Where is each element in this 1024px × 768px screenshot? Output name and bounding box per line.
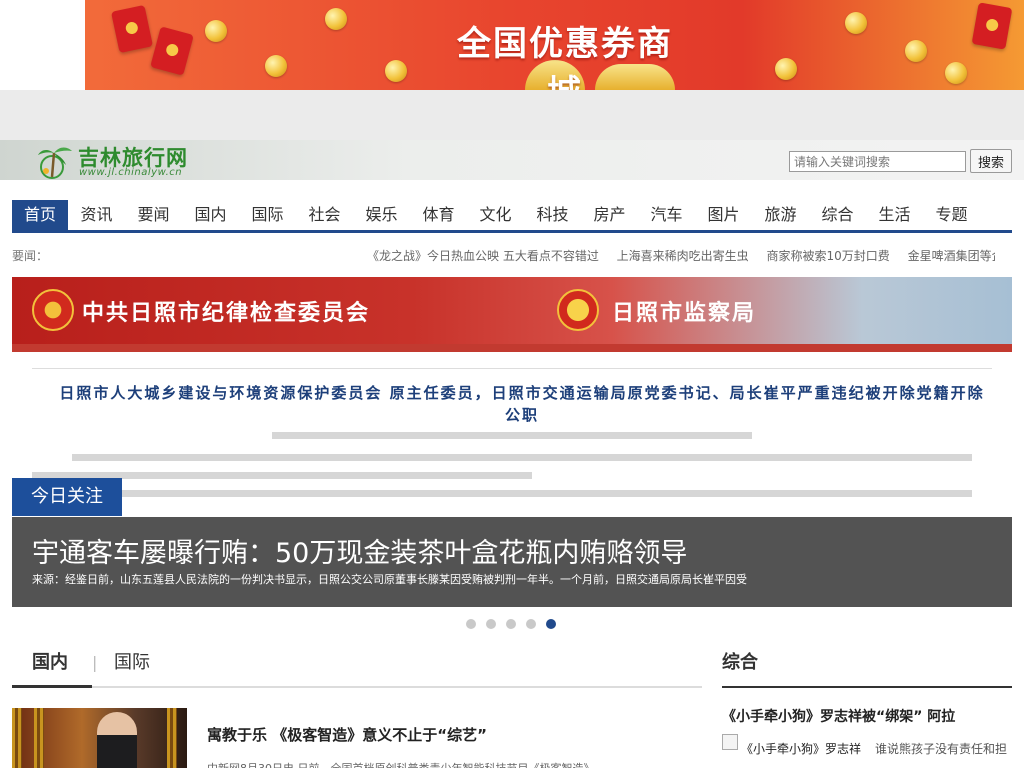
slide-dot-active[interactable] <box>546 619 556 629</box>
coin-icon <box>205 20 227 42</box>
today-focus-tag: 今日关注 <box>12 478 122 516</box>
stage-curtain <box>34 708 44 768</box>
logo-url: www.jl.chinalyw.cn <box>79 167 183 178</box>
sidebar-heading-label: 综合 <box>722 652 758 673</box>
doc-header-left: 中共日照市纪律检查委员会 <box>82 301 371 326</box>
party-emblem-icon <box>32 289 74 331</box>
text-line <box>72 454 972 461</box>
nav-item-home[interactable]: 首页 <box>12 200 68 230</box>
stage-curtain <box>167 708 177 768</box>
article-thumbnail[interactable] <box>12 708 187 768</box>
doc-headline: 日照市人大城乡建设与环境资源保护委员会 原主任委员，日照市交通运输局原党委书记、… <box>59 384 985 424</box>
ad-spacer <box>0 90 1024 140</box>
slide-pagination <box>466 619 556 631</box>
search-button[interactable]: 搜索 <box>970 149 1012 173</box>
sidebar-article-title[interactable]: 《小手牵小狗》罗志祥被“绑架” 阿拉 <box>722 706 955 726</box>
nav-item-general[interactable]: 综合 <box>809 200 866 230</box>
site-logo[interactable]: 吉林旅行网 www.jl.chinalyw.cn <box>36 141 216 181</box>
main-nav: 首页 资讯 要闻 国内 国际 社会 娱乐 体育 文化 科技 房产 汽车 图片 旅… <box>12 200 1012 233</box>
slide-dot[interactable] <box>486 619 496 629</box>
nav-item-society[interactable]: 社会 <box>296 200 353 230</box>
nav-item-headlines[interactable]: 要闻 <box>125 200 182 230</box>
coin-icon <box>325 8 347 30</box>
nav-item-pictures[interactable]: 图片 <box>695 200 752 230</box>
article-title[interactable]: 寓教于乐 《极客智造》意义不止于“综艺” <box>207 724 487 745</box>
text-line <box>72 490 972 497</box>
national-emblem-icon <box>557 289 599 331</box>
nav-item-culture[interactable]: 文化 <box>467 200 524 230</box>
featured-slideshow[interactable]: 中共日照市纪律检查委员会 日照市监察局 日照市人大城乡建设与环境资源保护委员会 … <box>12 277 1012 607</box>
doc-nav-strip <box>12 344 1012 352</box>
ticker-item[interactable]: 《龙之战》今日热血公映 五大看点不容错过 <box>367 249 599 263</box>
nav-item-international[interactable]: 国际 <box>239 200 296 230</box>
sidebar-snippet[interactable]: 谁说熊孩子没有责任和担 <box>875 740 1007 757</box>
slide-dot[interactable] <box>526 619 536 629</box>
nav-item-topics[interactable]: 专题 <box>923 200 980 230</box>
nav-item-news[interactable]: 资讯 <box>68 200 125 230</box>
tab-domestic[interactable]: 国内 <box>12 645 92 688</box>
text-line <box>272 432 752 439</box>
ticker-item[interactable]: 金星啤酒集团等企 <box>908 249 995 263</box>
ticker-item[interactable]: 商家称被索10万封口费 <box>767 249 890 263</box>
nav-item-tech[interactable]: 科技 <box>524 200 581 230</box>
news-ticker: 要闻： 《龙之战》今日热血公映 五大看点不容错过 上海喜来稀肉吃出寄生虫 商家称… <box>12 246 1012 264</box>
tab-international[interactable]: 国际 <box>114 645 150 688</box>
coin-icon <box>265 55 287 77</box>
tab-separator: | <box>92 653 98 672</box>
coin-icon <box>905 40 927 62</box>
nav-item-life[interactable]: 生活 <box>866 200 923 230</box>
nav-item-domestic[interactable]: 国内 <box>182 200 239 230</box>
host-figure <box>97 712 137 768</box>
palm-tree-icon <box>38 147 72 179</box>
doc-header-right: 日照市监察局 <box>612 301 757 326</box>
slide-dot[interactable] <box>466 619 476 629</box>
broken-image-icon[interactable] <box>722 734 738 750</box>
ticker-label: 要闻： <box>12 249 49 263</box>
slide-title[interactable]: 宇通客车屡曝行贿：50万现金装茶叶盒花瓶内贿赂领导 <box>32 531 687 570</box>
coin-icon <box>845 12 867 34</box>
nav-item-entertainment[interactable]: 娱乐 <box>353 200 410 230</box>
sidebar-image-caption[interactable]: 《小手牵小狗》罗志祥 <box>741 740 861 757</box>
doc-breadcrumb <box>32 357 992 369</box>
nav-item-sports[interactable]: 体育 <box>410 200 467 230</box>
nav-item-travel[interactable]: 旅游 <box>752 200 809 230</box>
section-tabs: 国内 | 国际 <box>12 645 702 688</box>
ticker-list: 《龙之战》今日热血公映 五大看点不容错过 上海喜来稀肉吃出寄生虫 商家称被索10… <box>367 247 995 264</box>
nav-item-realestate[interactable]: 房产 <box>581 200 638 230</box>
red-envelope-icon <box>111 4 153 54</box>
nav-item-auto[interactable]: 汽车 <box>638 200 695 230</box>
red-envelope-icon <box>971 2 1013 50</box>
coupon-banner[interactable]: 全国优惠券商城 <box>85 0 1024 90</box>
slide-source: 来源：经鉴日前，山东五莲县人民法院的一份判决书显示，日照公交公司原董事长滕某因受… <box>32 573 747 586</box>
coin-icon <box>385 60 407 82</box>
red-envelope-icon <box>150 26 194 76</box>
slide-dot[interactable] <box>506 619 516 629</box>
search-input[interactable] <box>789 151 966 172</box>
banner-text: 全国优惠券商城 <box>457 24 673 90</box>
sidebar-heading: 综合 <box>722 645 1012 688</box>
ticker-item[interactable]: 上海喜来稀肉吃出寄生虫 <box>617 249 749 263</box>
stage-curtain <box>12 708 22 768</box>
coin-icon <box>945 62 967 84</box>
coin-icon <box>775 58 797 80</box>
article-snippet: 中新网8月30日电 日前，全国首档原创科普类青少年智能科技节目《极客智造》 <box>207 760 697 768</box>
